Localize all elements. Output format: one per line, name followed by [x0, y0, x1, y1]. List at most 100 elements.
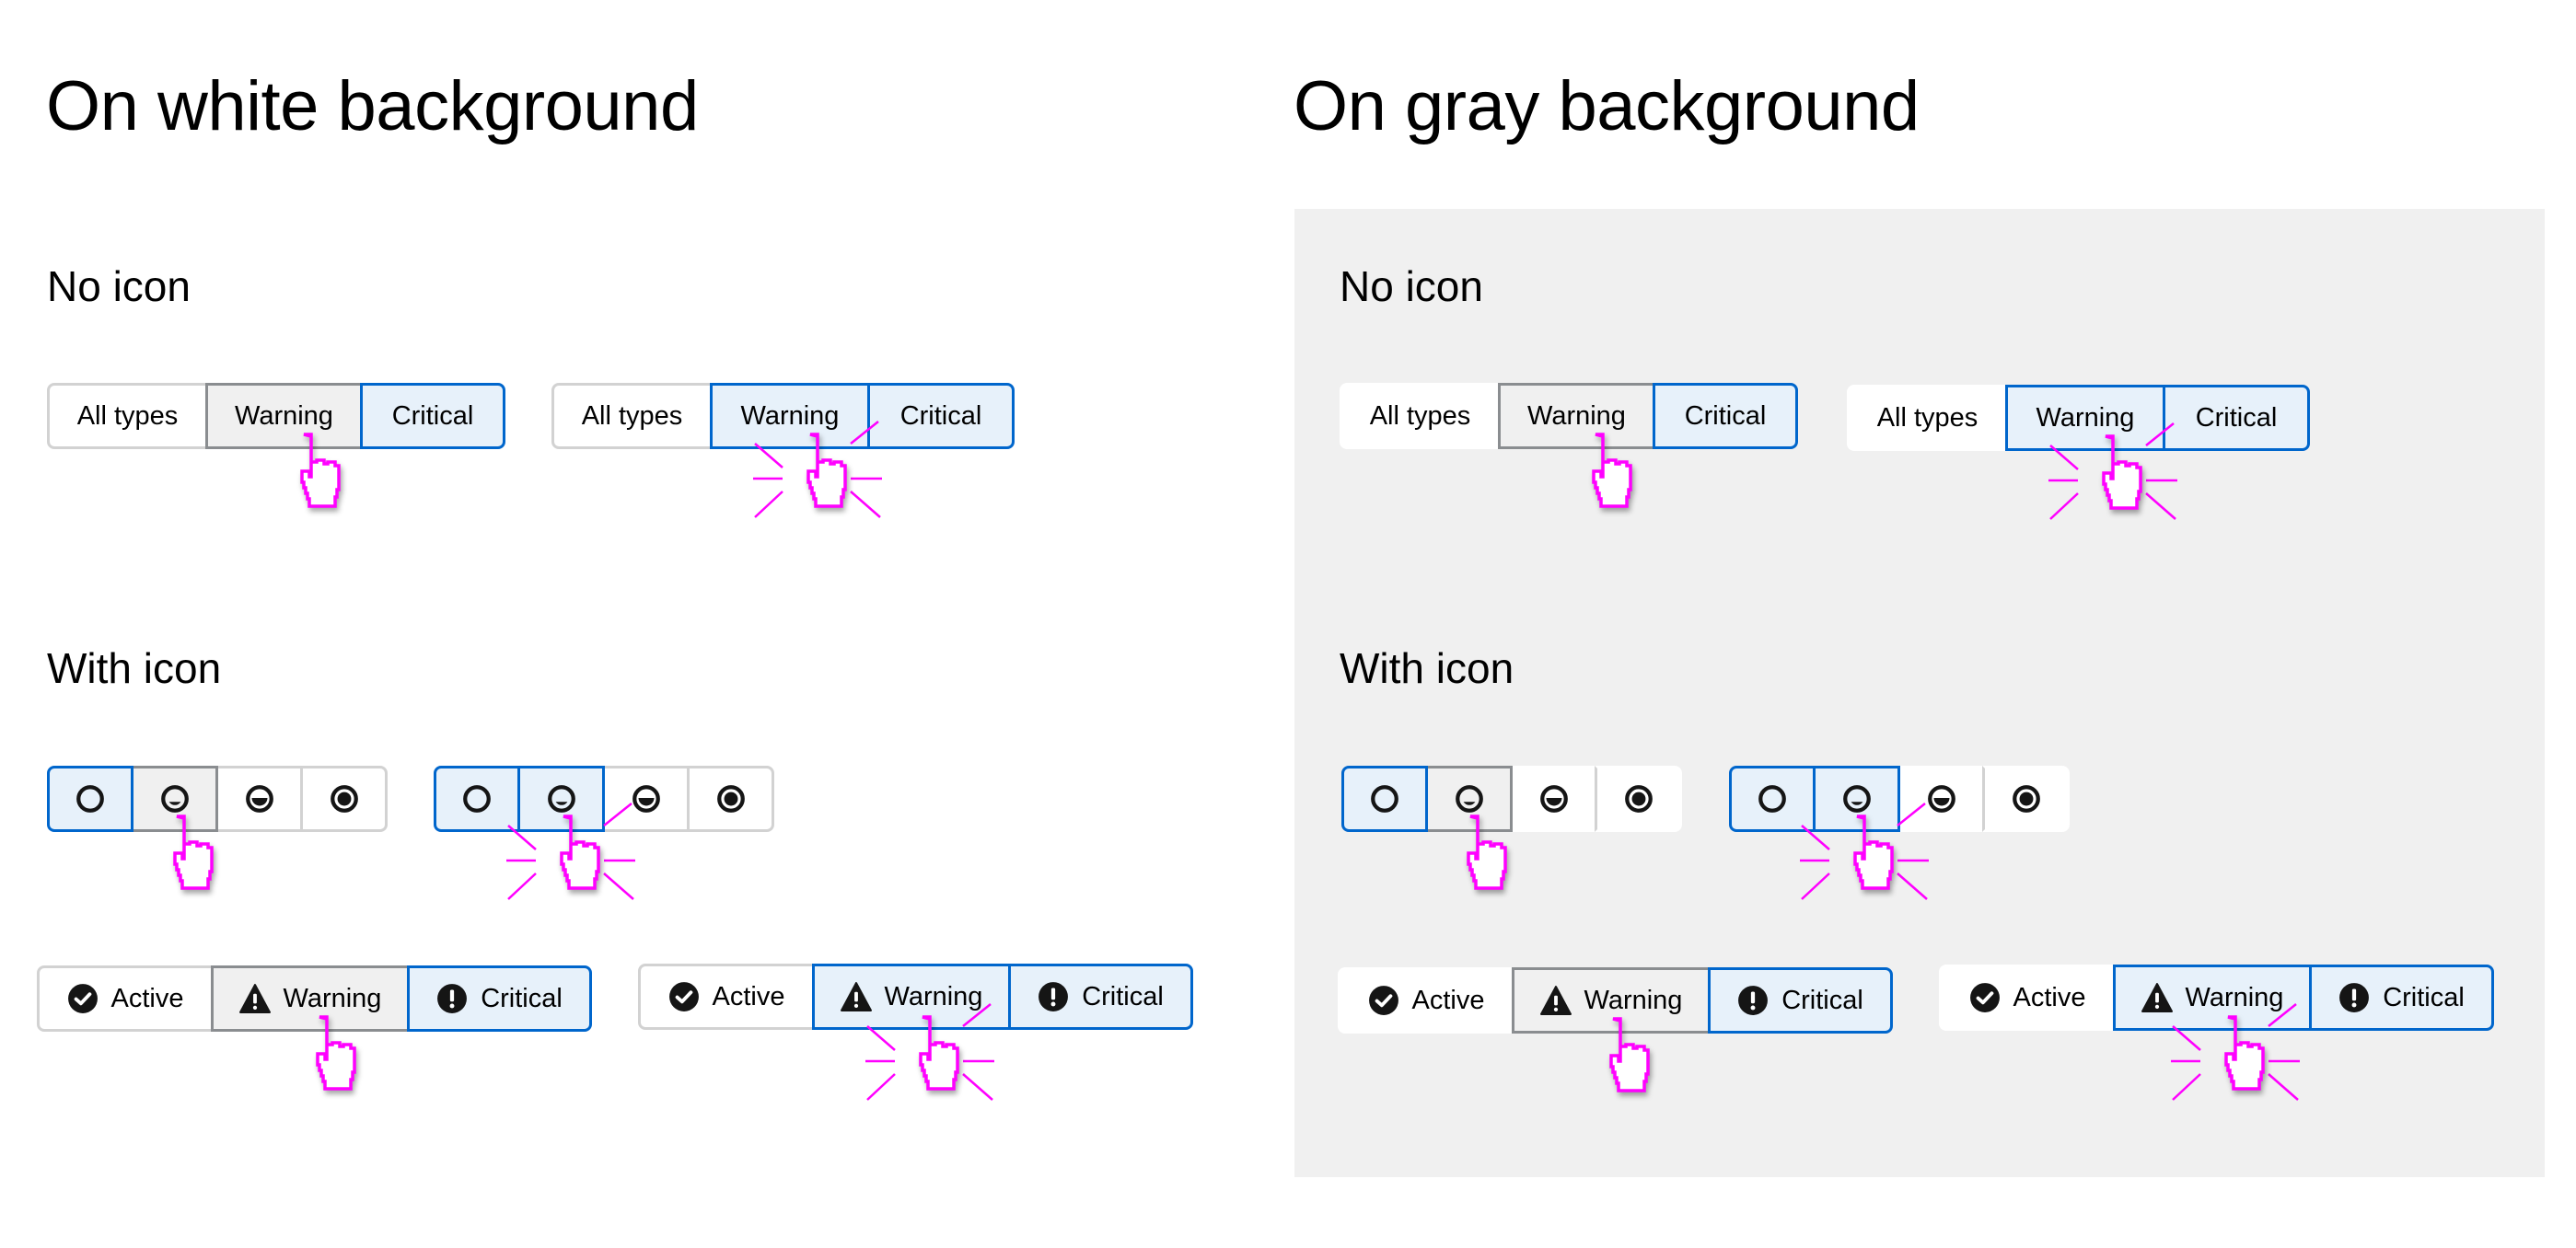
toggle-warning[interactable]: Warning	[211, 965, 410, 1032]
toggle-warning[interactable]: Warning	[812, 964, 1011, 1030]
check-circle-icon	[1368, 985, 1399, 1016]
warning-triangle-icon	[2141, 982, 2173, 1013]
circle-full-icon	[329, 783, 360, 815]
toggle-critical[interactable]: Critical	[407, 965, 592, 1032]
toggle-label: Warning	[235, 400, 333, 431]
toggle-all-types[interactable]: All types	[47, 383, 208, 449]
toggle-circle-full[interactable]	[300, 766, 388, 832]
circle-quarter-icon	[1841, 783, 1873, 815]
toggle-circle-empty[interactable]	[47, 766, 133, 832]
gray-icon-group-hover	[1341, 766, 1682, 832]
toggle-active[interactable]: Active	[638, 964, 815, 1030]
toggle-all-types[interactable]: All types	[1340, 383, 1501, 449]
toggle-circle-empty[interactable]	[1341, 766, 1428, 832]
toggle-circle-full[interactable]	[1982, 766, 2070, 832]
toggle-label: All types	[1369, 400, 1471, 431]
circle-quarter-icon	[546, 783, 577, 815]
toggle-label: All types	[581, 400, 683, 431]
circle-empty-icon	[75, 783, 106, 815]
toggle-warning[interactable]: Warning	[1498, 383, 1655, 449]
toggle-circle-quarter[interactable]	[131, 766, 218, 832]
exclamation-circle-icon	[1737, 985, 1769, 1016]
toggle-label: Active	[2013, 982, 2086, 1012]
warning-triangle-icon	[1539, 985, 1572, 1016]
toggle-active[interactable]: Active	[37, 965, 214, 1032]
toggle-all-types[interactable]: All types	[1847, 385, 2008, 451]
toggle-label: Active	[1411, 985, 1485, 1015]
toggle-label: Warning	[283, 983, 382, 1013]
toggle-label: Warning	[1584, 985, 1683, 1015]
toggle-label: Warning	[884, 981, 983, 1011]
gray-no-icon-group-hover: All types Warning Critical	[1340, 383, 1798, 449]
gray-label-group-hover: Active Warning Critical	[1338, 967, 1893, 1034]
check-circle-icon	[67, 983, 99, 1014]
circle-full-icon	[1623, 783, 1654, 815]
check-circle-icon	[668, 981, 700, 1012]
white-icon-group-hover	[47, 766, 388, 832]
toggle-circle-half[interactable]	[1510, 766, 1597, 832]
toggle-circle-half[interactable]	[602, 766, 690, 832]
white-no-icon-group-hover: All types Warning Critical	[47, 383, 505, 449]
exclamation-circle-icon	[1038, 981, 1069, 1012]
white-label-group-clicked: Active Warning Critical	[638, 964, 1193, 1030]
exclamation-circle-icon	[436, 983, 468, 1014]
toggle-all-types[interactable]: All types	[551, 383, 713, 449]
toggle-circle-quarter[interactable]	[517, 766, 605, 832]
toggle-label: Active	[712, 981, 785, 1011]
gray-no-icon-group-clicked: All types Warning Critical	[1847, 385, 2310, 451]
toggle-label: All types	[76, 400, 179, 431]
toggle-circle-quarter[interactable]	[1425, 766, 1513, 832]
toggle-label: Warning	[1527, 400, 1626, 431]
toggle-label: Critical	[1781, 985, 1863, 1015]
toggle-warning[interactable]: Warning	[710, 383, 870, 449]
white-section-title: On white background	[46, 67, 699, 145]
circle-empty-icon	[461, 783, 493, 815]
toggle-label: Warning	[2185, 982, 2284, 1012]
gray-no-icon-heading: No icon	[1340, 262, 1483, 310]
white-no-icon-heading: No icon	[47, 262, 191, 310]
circle-half-icon	[631, 783, 662, 815]
toggle-critical[interactable]: Critical	[2309, 965, 2494, 1031]
toggle-critical[interactable]: Critical	[867, 383, 1015, 449]
toggle-circle-half[interactable]	[1897, 766, 1985, 832]
toggle-warning[interactable]: Warning	[2005, 385, 2165, 451]
circle-quarter-icon	[1454, 783, 1485, 815]
toggle-warning[interactable]: Warning	[1512, 967, 1711, 1034]
toggle-circle-quarter[interactable]	[1813, 766, 1900, 832]
toggle-circle-full[interactable]	[687, 766, 774, 832]
toggle-critical[interactable]: Critical	[1708, 967, 1893, 1034]
warning-triangle-icon	[238, 983, 271, 1014]
circle-empty-icon	[1369, 783, 1400, 815]
toggle-critical[interactable]: Critical	[1008, 964, 1193, 1030]
white-icon-group-clicked	[434, 766, 774, 832]
white-label-group-hover: Active Warning Critical	[37, 965, 592, 1032]
exclamation-circle-icon	[2338, 982, 2370, 1013]
toggle-label: Critical	[391, 400, 474, 431]
toggle-label: Critical	[1082, 981, 1164, 1011]
circle-full-icon	[2011, 783, 2042, 815]
warning-triangle-icon	[840, 981, 872, 1012]
toggle-label: Warning	[2036, 402, 2135, 433]
toggle-active[interactable]: Active	[1939, 965, 2116, 1031]
white-with-icon-heading: With icon	[47, 644, 222, 692]
toggle-circle-half[interactable]	[215, 766, 303, 832]
toggle-label: Critical	[1684, 400, 1767, 431]
toggle-critical[interactable]: Critical	[2163, 385, 2310, 451]
check-circle-icon	[1969, 982, 2001, 1013]
toggle-label: Warning	[740, 400, 840, 431]
toggle-critical[interactable]: Critical	[1653, 383, 1798, 449]
toggle-label: All types	[1876, 402, 1978, 433]
gray-label-group-clicked: Active Warning Critical	[1939, 965, 2494, 1031]
toggle-circle-empty[interactable]	[434, 766, 520, 832]
circle-half-icon	[244, 783, 275, 815]
toggle-circle-empty[interactable]	[1729, 766, 1816, 832]
gray-with-icon-heading: With icon	[1340, 644, 1514, 692]
toggle-critical[interactable]: Critical	[360, 383, 505, 449]
toggle-active[interactable]: Active	[1338, 967, 1514, 1034]
toggle-label: Critical	[2195, 402, 2278, 433]
toggle-circle-full[interactable]	[1595, 766, 1682, 832]
toggle-label: Critical	[2383, 982, 2465, 1012]
toggle-label: Critical	[481, 983, 563, 1013]
toggle-warning[interactable]: Warning	[2113, 965, 2312, 1031]
toggle-warning[interactable]: Warning	[205, 383, 363, 449]
